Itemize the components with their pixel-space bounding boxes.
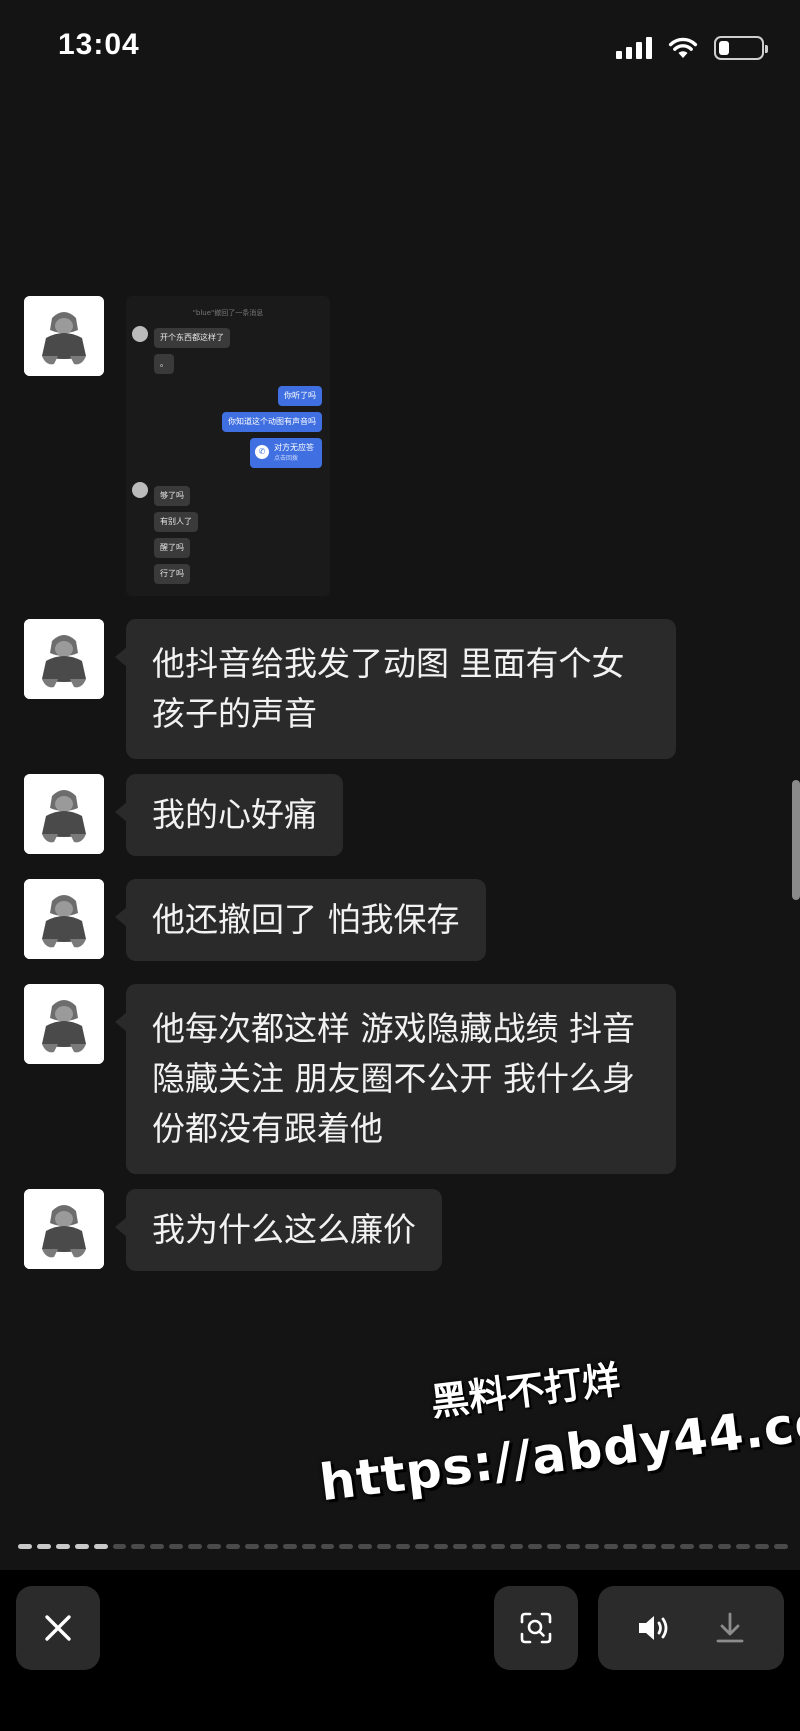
embedded-message: 你知道这个动图有声音吗 bbox=[222, 412, 322, 432]
message-bubble[interactable]: 我为什么这么廉价 bbox=[115, 1189, 442, 1271]
close-button[interactable] bbox=[16, 1586, 100, 1670]
embedded-message: 醒了吗 bbox=[154, 538, 190, 558]
message-text-line: 隐藏关注 朋友圈不公开 我什么身 bbox=[152, 1059, 635, 1098]
message-bubble[interactable]: 我的心好痛 bbox=[115, 774, 343, 856]
message-bubble[interactable]: 他还撤回了 怕我保存 bbox=[115, 879, 486, 961]
status-bar: 13:04 bbox=[0, 0, 800, 100]
message-text-line: 他还撤回了 怕我保存 bbox=[152, 900, 460, 939]
message-bubble[interactable]: 他每次都这样 游戏隐藏战绩 抖音 隐藏关注 朋友圈不公开 我什么身 份都没有跟着… bbox=[115, 984, 676, 1174]
message-bubble[interactable]: 他抖音给我发了动图 里面有个女 孩子的声音 bbox=[115, 619, 676, 759]
avatar[interactable] bbox=[24, 774, 104, 854]
embedded-recall-notice: "blue"撤回了一条消息 bbox=[192, 309, 264, 317]
embedded-message: 开个东西都这样了 bbox=[154, 328, 230, 348]
sound-download-group bbox=[598, 1586, 784, 1670]
status-icons bbox=[616, 34, 768, 62]
status-time: 13:04 bbox=[58, 28, 140, 61]
wifi-icon bbox=[668, 37, 698, 58]
speaker-icon[interactable] bbox=[636, 1612, 674, 1644]
cellular-signal-icon bbox=[616, 37, 652, 59]
watermark-title: 黑料不打烊 bbox=[428, 1357, 623, 1425]
embedded-call-message: ✆ 对方无应答 点击回拨 bbox=[250, 438, 322, 468]
avatar-figure-icon bbox=[24, 879, 104, 959]
embedded-message: 。 bbox=[154, 354, 174, 374]
embedded-message: 够了吗 bbox=[154, 486, 190, 506]
avatar[interactable] bbox=[24, 1189, 104, 1269]
avatar[interactable] bbox=[24, 619, 104, 699]
avatar[interactable] bbox=[24, 296, 104, 376]
phone-icon: ✆ bbox=[255, 445, 269, 459]
bottom-toolbar bbox=[0, 1570, 800, 1731]
message-text-line: 我为什么这么廉价 bbox=[152, 1210, 416, 1249]
embedded-message: 有别人了 bbox=[154, 512, 198, 532]
message-text-line: 孩子的声音 bbox=[152, 694, 317, 733]
scan-image-icon bbox=[520, 1612, 552, 1644]
scrollbar[interactable] bbox=[792, 780, 800, 900]
embedded-message: 行了吗 bbox=[154, 564, 190, 584]
avatar-figure-icon bbox=[24, 296, 104, 376]
avatar-figure-icon bbox=[24, 984, 104, 1064]
message-image-row: "blue"撤回了一条消息 开个东西都这样了 。 你听了吗 你知道这个动图有声音… bbox=[24, 296, 784, 596]
embedded-avatar bbox=[132, 482, 148, 498]
download-icon[interactable] bbox=[714, 1611, 746, 1645]
battery-icon bbox=[714, 36, 768, 60]
embedded-call-text: 对方无应答 bbox=[274, 443, 314, 452]
message-text-line: 他每次都这样 游戏隐藏战绩 抖音 bbox=[152, 1009, 635, 1048]
avatar-figure-icon bbox=[24, 1189, 104, 1269]
embedded-call-subtext: 点击回拨 bbox=[274, 455, 299, 462]
avatar[interactable] bbox=[24, 984, 104, 1064]
message-text-line: 我的心好痛 bbox=[152, 795, 317, 834]
embedded-message: 你听了吗 bbox=[278, 386, 322, 406]
embedded-avatar bbox=[132, 326, 148, 342]
scan-image-button[interactable] bbox=[494, 1586, 578, 1670]
message-text-line: 份都没有跟着他 bbox=[152, 1109, 383, 1148]
message-text-line: 他抖音给我发了动图 里面有个女 bbox=[152, 644, 625, 683]
close-icon bbox=[45, 1615, 71, 1641]
avatar[interactable] bbox=[24, 879, 104, 959]
embedded-chat-screenshot[interactable]: "blue"撤回了一条消息 开个东西都这样了 。 你听了吗 你知道这个动图有声音… bbox=[126, 296, 330, 596]
avatar-figure-icon bbox=[24, 774, 104, 854]
page-indicator bbox=[18, 1544, 789, 1552]
avatar-figure-icon bbox=[24, 619, 104, 699]
